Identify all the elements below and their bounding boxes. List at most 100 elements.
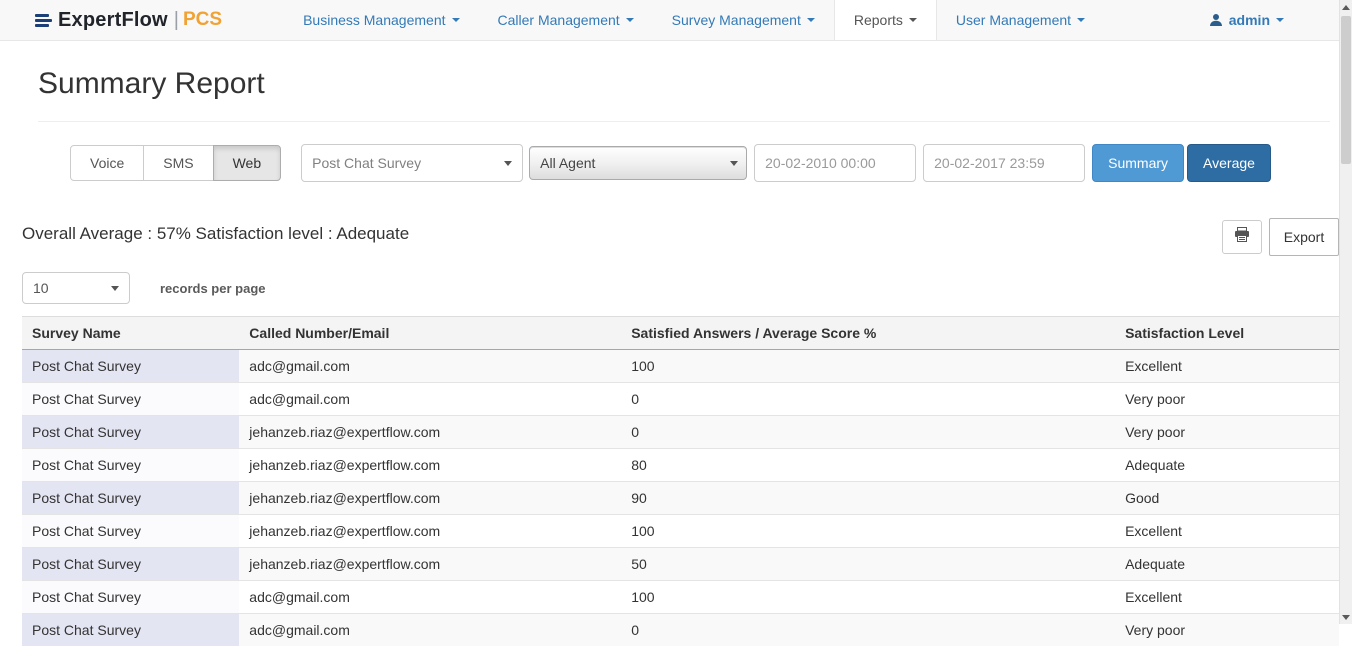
table-cell: jehanzeb.riaz@expertflow.com [239, 482, 621, 515]
scroll-down-arrow-icon[interactable] [1340, 610, 1352, 624]
report-table-body: Post Chat Surveyadc@gmail.com100Excellen… [22, 350, 1339, 646]
channel-tab-voice[interactable]: Voice [70, 145, 144, 181]
page-size-select[interactable]: 10 [22, 272, 130, 304]
table-cell: adc@gmail.com [239, 350, 621, 383]
caret-down-icon [1077, 18, 1085, 22]
agent-select[interactable]: All Agent [529, 146, 747, 180]
table-cell: jehanzeb.riaz@expertflow.com [239, 515, 621, 548]
caret-down-icon [730, 161, 738, 166]
vertical-scrollbar[interactable] [1339, 0, 1352, 624]
table-cell: Post Chat Survey [22, 614, 239, 646]
main-nav: Business Management Caller Management Su… [284, 0, 1104, 40]
nav-item-label: User Management [956, 12, 1071, 28]
table-cell: 0 [621, 383, 1115, 416]
caret-down-icon [111, 286, 119, 291]
filter-bar: Voice SMS Web Post Chat Survey All Agent… [70, 144, 1328, 182]
table-cell: Excellent [1115, 581, 1339, 614]
column-header-satisfied-answers[interactable]: Satisfied Answers / Average Score % [621, 317, 1115, 350]
brand-divider: | [174, 9, 179, 32]
scrollbar-thumb[interactable] [1341, 16, 1351, 164]
table-cell: Post Chat Survey [22, 515, 239, 548]
channel-button-group: Voice SMS Web [70, 145, 281, 181]
column-header-called-number-email[interactable]: Called Number/Email [239, 317, 621, 350]
user-menu[interactable]: admin [1209, 0, 1284, 40]
caret-down-icon [504, 161, 512, 166]
table-cell: Very poor [1115, 614, 1339, 646]
table-cell: Adequate [1115, 449, 1339, 482]
caret-down-icon [1276, 18, 1284, 22]
table-cell: Post Chat Survey [22, 482, 239, 515]
records-per-page-label: records per page [160, 281, 266, 296]
channel-tab-sms[interactable]: SMS [143, 145, 213, 181]
table-cell: Post Chat Survey [22, 581, 239, 614]
nav-item-label: Survey Management [672, 12, 801, 28]
page-size-value: 10 [33, 280, 49, 296]
navbar: ExpertFlow | PCS Business Management Cal… [0, 0, 1352, 41]
table-cell: Adequate [1115, 548, 1339, 581]
table-cell: Post Chat Survey [22, 548, 239, 581]
table-row: Post Chat Surveyadc@gmail.com0Very poor [22, 383, 1339, 416]
column-header-satisfaction-level[interactable]: Satisfaction Level [1115, 317, 1339, 350]
report-header-row: Overall Average : 57% Satisfaction level… [22, 218, 1339, 256]
table-cell: 100 [621, 515, 1115, 548]
table-row: Post Chat Surveyadc@gmail.com100Excellen… [22, 581, 1339, 614]
brand-name: ExpertFlow [58, 9, 168, 32]
summary-button[interactable]: Summary [1092, 144, 1184, 182]
table-cell: jehanzeb.riaz@expertflow.com [239, 548, 621, 581]
table-cell: adc@gmail.com [239, 383, 621, 416]
survey-select-value: Post Chat Survey [312, 155, 421, 171]
report-table: Survey Name Called Number/Email Satisfie… [22, 316, 1339, 646]
date-from-input[interactable] [754, 144, 916, 182]
table-cell: 0 [621, 614, 1115, 646]
nav-item-reports[interactable]: Reports [834, 0, 937, 40]
scroll-up-arrow-icon[interactable] [1340, 0, 1352, 14]
table-cell: 100 [621, 581, 1115, 614]
nav-item-survey-management[interactable]: Survey Management [653, 0, 834, 40]
agent-select-value: All Agent [540, 155, 595, 171]
caret-down-icon [807, 18, 815, 22]
table-row: Post Chat Surveyadc@gmail.com100Excellen… [22, 350, 1339, 383]
average-button[interactable]: Average [1187, 144, 1271, 182]
title-divider [38, 121, 1330, 122]
table-cell: Post Chat Survey [22, 350, 239, 383]
nav-item-label: Caller Management [498, 12, 620, 28]
table-cell: Post Chat Survey [22, 383, 239, 416]
table-cell: Excellent [1115, 350, 1339, 383]
table-row: Post Chat Surveyadc@gmail.com0Very poor [22, 614, 1339, 646]
nav-item-business-management[interactable]: Business Management [284, 0, 478, 40]
table-cell: 50 [621, 548, 1115, 581]
column-header-survey-name[interactable]: Survey Name [22, 317, 239, 350]
date-to-input[interactable] [923, 144, 1085, 182]
export-button[interactable]: Export [1269, 218, 1339, 256]
brand-suffix: PCS [183, 9, 222, 31]
expertflow-logo-icon [35, 12, 52, 29]
caret-down-icon [452, 18, 460, 22]
table-cell: 100 [621, 350, 1115, 383]
page-length-row: 10 records per page [22, 272, 1352, 304]
user-icon [1209, 13, 1223, 27]
overall-average-text: Overall Average : 57% Satisfaction level… [22, 218, 409, 244]
channel-tab-web[interactable]: Web [213, 145, 282, 181]
print-button[interactable] [1222, 220, 1262, 254]
nav-item-user-management[interactable]: User Management [937, 0, 1104, 40]
table-cell: 90 [621, 482, 1115, 515]
table-row: Post Chat Surveyjehanzeb.riaz@expertflow… [22, 548, 1339, 581]
report-tools: Export [1222, 218, 1339, 256]
table-cell: 80 [621, 449, 1115, 482]
table-cell: 0 [621, 416, 1115, 449]
table-cell: Excellent [1115, 515, 1339, 548]
table-cell: Post Chat Survey [22, 416, 239, 449]
survey-select[interactable]: Post Chat Survey [301, 144, 523, 182]
table-cell: adc@gmail.com [239, 614, 621, 646]
nav-item-label: Reports [854, 12, 903, 28]
nav-item-label: Business Management [303, 12, 445, 28]
table-cell: jehanzeb.riaz@expertflow.com [239, 416, 621, 449]
table-cell: Good [1115, 482, 1339, 515]
brand-logo[interactable]: ExpertFlow | PCS [35, 0, 222, 40]
nav-item-caller-management[interactable]: Caller Management [479, 0, 653, 40]
caret-down-icon [909, 18, 917, 22]
table-cell: Very poor [1115, 416, 1339, 449]
table-cell: adc@gmail.com [239, 581, 621, 614]
table-row: Post Chat Surveyjehanzeb.riaz@expertflow… [22, 515, 1339, 548]
page-title: Summary Report [38, 67, 1352, 101]
